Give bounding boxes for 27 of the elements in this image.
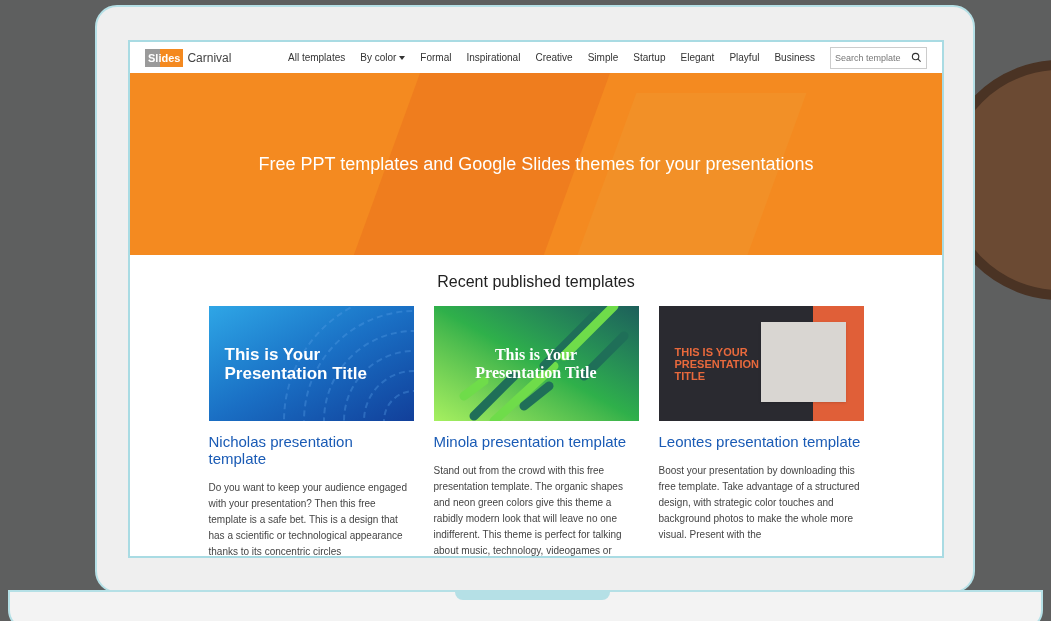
slide-thumbnail[interactable]: THIS IS YOUR PRESENTATION TITLE	[658, 306, 864, 421]
slide-title: This is Your Presentation Title	[474, 345, 598, 382]
template-description: Stand out from the crowd with this free presentation template. The organic shapes and neon green colors give this theme a rabidly modern look that will leave no one indifferent. This theme is perfect for talking about music, technology, videogames or	[433, 464, 624, 556]
template-description: Do you want to keep your audience engaged with your presentation? Then this free template is a safe bet. This is a design that has a scientific or technological appearance thanks to its concentric circles	[208, 481, 408, 556]
nav-link[interactable]: Playful	[729, 50, 760, 65]
nav-link[interactable]: Elegant	[680, 50, 715, 65]
nav-link[interactable]: Startup	[633, 50, 666, 65]
slide-title: This is Your Presentation Title	[224, 344, 368, 383]
caret-icon	[399, 55, 406, 60]
nav-link[interactable]: Creative	[535, 50, 573, 65]
search-icon	[911, 51, 922, 63]
nav-link[interactable]: Business	[774, 50, 815, 65]
hero-title: Free PPT templates and Google Slides themes for your presentations	[258, 152, 814, 176]
search-field[interactable]: Search template	[830, 46, 927, 69]
nav-link[interactable]: Simple	[587, 50, 619, 65]
template-title[interactable]: Minola presentation template	[433, 433, 639, 450]
template-title[interactable]: Nicholas presentation template	[208, 433, 414, 467]
nav-link[interactable]: By color	[360, 50, 406, 65]
nav-link[interactable]: Formal	[420, 50, 452, 65]
slide-title: THIS IS YOUR PRESENTATION TITLE	[674, 345, 761, 382]
template-description: Boost your presentation by downloading this free template. Take advantage of a structured design, with strategic color touches and background photos to make the whole more visual. Present with the	[658, 464, 861, 542]
nav-link[interactable]: All templates	[288, 50, 346, 65]
logo-text[interactable]: Carnival	[187, 48, 232, 67]
section-title: Recent published templates	[437, 272, 635, 292]
template-title[interactable]: Leontes presentation template	[658, 433, 864, 450]
slide-thumbnail[interactable]: This is Your Presentation Title	[208, 306, 414, 421]
nav-link[interactable]: Inspirational	[466, 50, 521, 65]
